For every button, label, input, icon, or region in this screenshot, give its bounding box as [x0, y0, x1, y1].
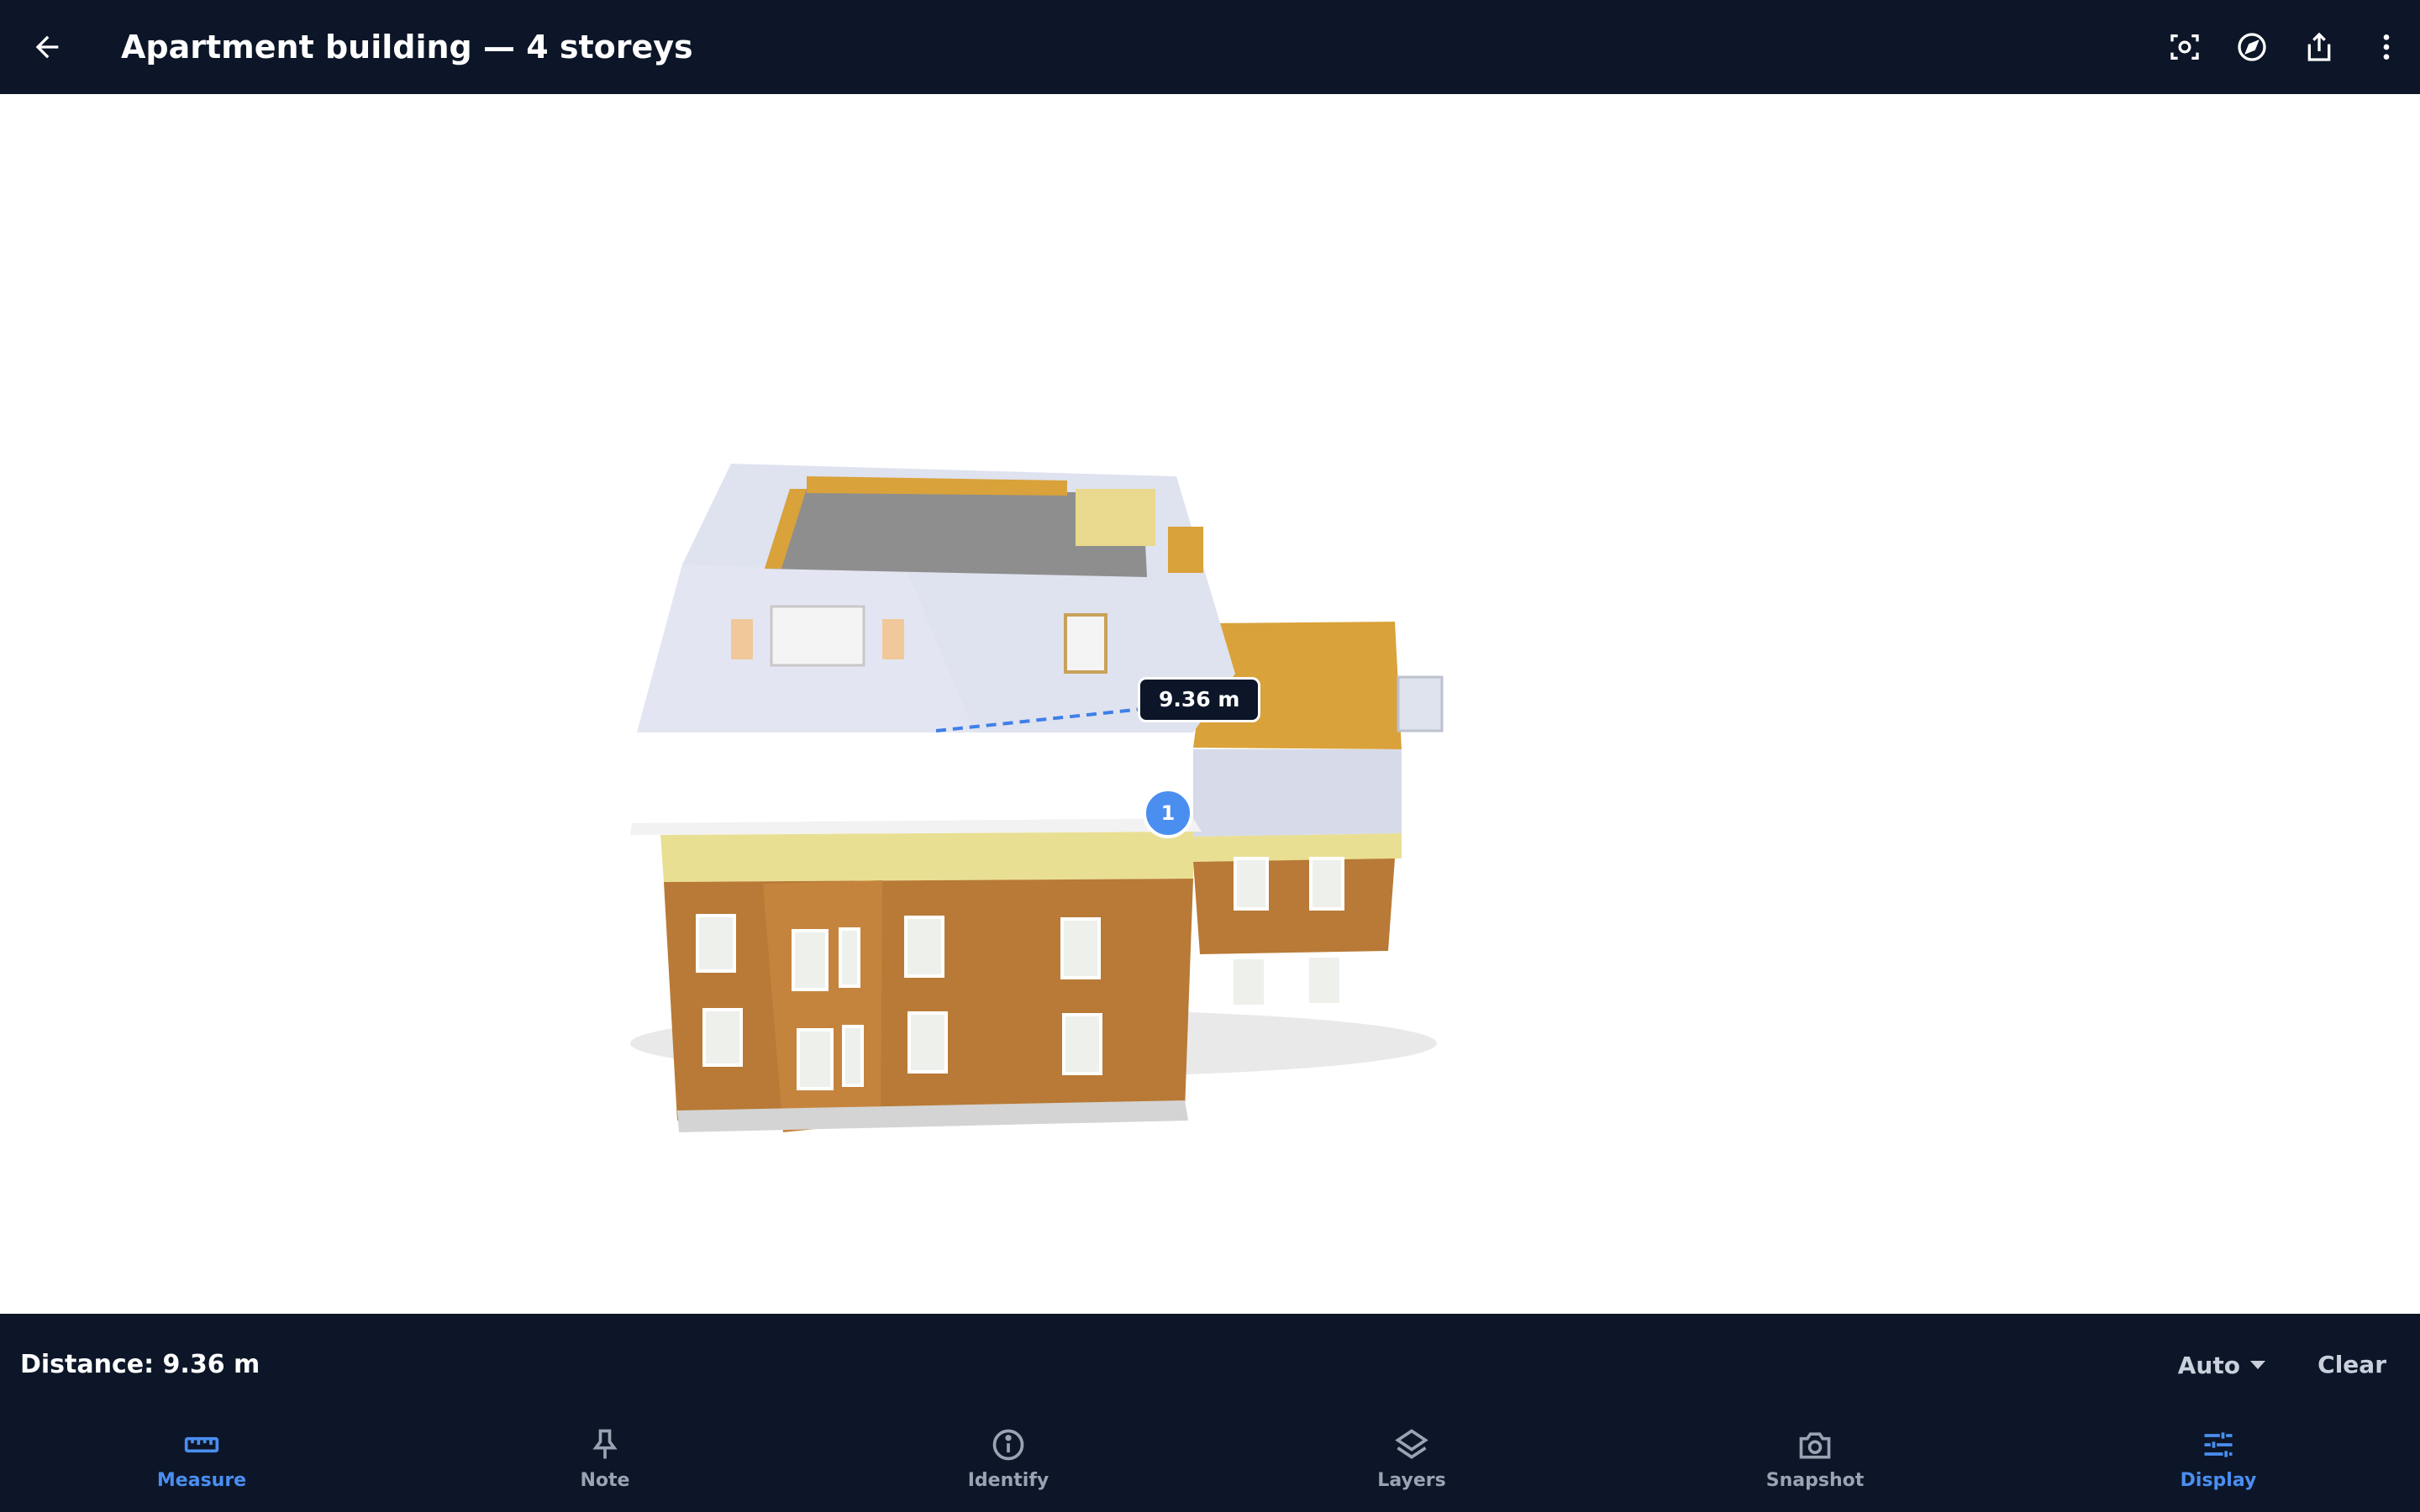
window — [696, 914, 736, 973]
focus-button[interactable] — [2151, 13, 2218, 81]
wing-lower-wall — [1193, 858, 1395, 954]
nav-note[interactable]: Note — [504, 1416, 706, 1512]
measure-mode-select[interactable]: Auto — [2178, 1339, 2265, 1391]
clear-button[interactable]: Clear — [2317, 1339, 2386, 1391]
bottom-panel: Distance: 9.36 m Auto Clear Measure Note… — [0, 1314, 2420, 1512]
main-band — [660, 832, 1193, 882]
roof-window-right — [1064, 613, 1107, 674]
more-vert-icon — [2383, 34, 2390, 60]
roof-dormer-right — [1168, 527, 1203, 573]
top-app-bar: Apartment building — 4 storeys — [0, 0, 2420, 94]
tune-icon — [2204, 1432, 2233, 1457]
measurement-label: 9.36 m — [1138, 677, 1261, 722]
roof-window-group — [770, 605, 865, 667]
layers-icon — [1395, 1429, 1428, 1459]
nav-label: Identify — [967, 1470, 1050, 1491]
window — [1230, 956, 1267, 1008]
nav-snapshot[interactable]: Snapshot — [1714, 1416, 1916, 1512]
window — [797, 1028, 834, 1090]
camera-icon — [1799, 1432, 1831, 1459]
model-viewport[interactable]: 2 9.36 m 1 — [0, 94, 2420, 1314]
bottom-nav: Measure Note Identify Layers Snapshot Di… — [0, 1416, 2420, 1512]
window — [1234, 857, 1269, 911]
window — [1306, 954, 1343, 1006]
wing-annex — [1397, 675, 1444, 732]
window — [1309, 857, 1344, 911]
distance-readout: Distance: 9.36 m — [20, 1350, 260, 1379]
nav-label: Note — [580, 1470, 630, 1491]
nav-layers[interactable]: Layers — [1311, 1416, 1512, 1512]
window — [1060, 917, 1101, 979]
nav-label: Layers — [1377, 1470, 1446, 1491]
pin-icon — [592, 1429, 618, 1459]
compass-icon — [2238, 33, 2266, 61]
focus-icon — [2170, 34, 2199, 60]
nav-display[interactable]: Display — [2118, 1416, 2319, 1512]
arrow-left-icon — [35, 35, 59, 59]
window — [702, 1008, 743, 1067]
ruler-icon — [184, 1436, 219, 1453]
back-button[interactable] — [24, 24, 71, 71]
roof-box — [1076, 489, 1155, 546]
share-icon — [2307, 32, 2331, 61]
measure-bar: Distance: 9.36 m Auto Clear — [0, 1314, 2420, 1416]
nav-identify[interactable]: Identify — [908, 1416, 1109, 1512]
wing-band — [1193, 833, 1402, 862]
compass-button[interactable] — [2218, 13, 2286, 81]
roof-window-small-2 — [882, 619, 904, 659]
nav-label: Display — [2180, 1470, 2257, 1491]
window — [908, 1011, 948, 1074]
nav-label: Snapshot — [1765, 1470, 1865, 1491]
nav-measure[interactable]: Measure — [101, 1416, 302, 1512]
more-button[interactable] — [2353, 13, 2420, 81]
window — [1062, 1013, 1102, 1075]
info-icon — [992, 1429, 1024, 1461]
window — [792, 929, 829, 991]
page-title: Apartment building — 4 storeys — [121, 29, 693, 66]
roof-window-small-1 — [731, 619, 753, 659]
main-facade — [664, 879, 1193, 1121]
bay-window — [763, 880, 882, 1132]
measure-point-1[interactable]: 1 — [1143, 788, 1193, 838]
top-actions — [2151, 0, 2420, 94]
window — [842, 1025, 864, 1087]
caret-down-icon — [2250, 1361, 2265, 1369]
share-button[interactable] — [2286, 13, 2353, 81]
measure-mode-value: Auto — [2177, 1351, 2240, 1379]
window — [839, 927, 860, 988]
nav-label: Measure — [156, 1470, 247, 1491]
window — [904, 916, 944, 978]
